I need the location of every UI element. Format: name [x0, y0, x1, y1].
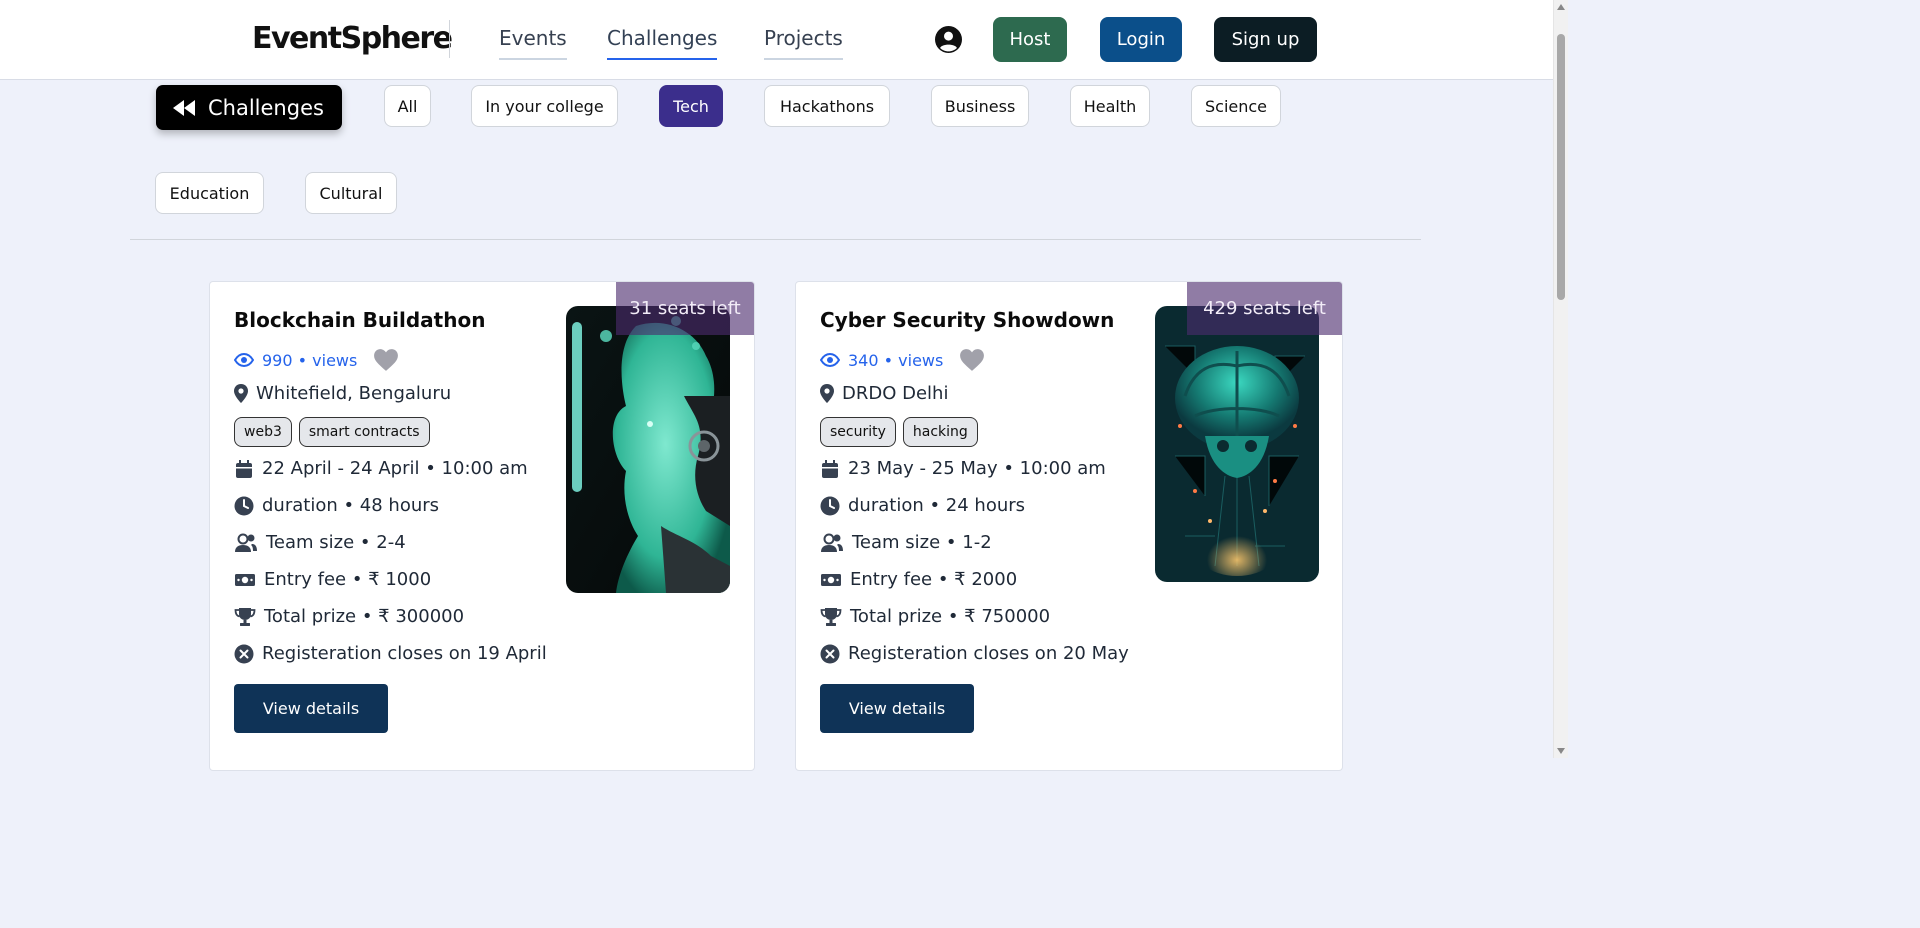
team-size-row: Team size • 2-4 — [234, 532, 406, 553]
users-icon — [235, 533, 257, 552]
location-pin-icon — [234, 384, 248, 403]
total-prize-row: Total prize • ₹ 750000 — [820, 606, 1050, 627]
filter-chip-all[interactable]: All — [384, 85, 431, 127]
host-button[interactable]: Host — [993, 17, 1067, 62]
filter-chip-science[interactable]: Science — [1191, 85, 1281, 127]
eye-icon — [234, 353, 254, 367]
card-title[interactable]: Blockchain Buildathon — [234, 308, 485, 332]
filter-chip-health[interactable]: Health — [1070, 85, 1150, 127]
date-label: 22 April - 24 April • 10:00 am — [262, 458, 528, 479]
team-size-label: Team size • 2-4 — [266, 532, 406, 553]
challenge-card: 31 seats left Blockchain Buildathon 990 … — [209, 281, 755, 771]
challenges-back-label: Challenges — [208, 95, 324, 120]
page-scrollbar[interactable] — [1553, 0, 1568, 758]
top-navbar: EventSphere Events Challenges Projects H… — [0, 0, 1553, 80]
login-button[interactable]: Login — [1100, 17, 1182, 62]
heart-icon[interactable] — [373, 348, 399, 372]
duration-label: duration • 48 hours — [262, 495, 440, 516]
location: Whitefield, Bengaluru — [234, 383, 451, 404]
nav-challenges[interactable]: Challenges — [607, 26, 718, 60]
calendar-icon — [236, 459, 252, 478]
view-details-button[interactable]: View details — [820, 684, 974, 733]
filter-chip-education[interactable]: Education — [155, 172, 264, 214]
filter-chip-tech[interactable]: Tech — [659, 85, 723, 127]
nav-projects[interactable]: Projects — [764, 26, 843, 60]
date-label: 23 May - 25 May • 10:00 am — [848, 458, 1106, 479]
tag[interactable]: hacking — [902, 417, 978, 447]
registration-label: Registeration closes on 20 May — [848, 643, 1129, 664]
seats-left-badge: 31 seats left — [616, 282, 754, 335]
entry-fee-label: Entry fee • ₹ 2000 — [850, 569, 1018, 590]
eye-icon — [820, 353, 840, 367]
views-label: 990 • views — [262, 350, 358, 370]
entry-fee-row: Entry fee • ₹ 1000 — [234, 569, 431, 590]
scroll-up-arrow-icon[interactable] — [1557, 4, 1565, 10]
date-row: 22 April - 24 April • 10:00 am — [234, 458, 528, 479]
views-count: 340 • views — [820, 348, 985, 372]
filter-chip-cultural[interactable]: Cultural — [305, 172, 397, 214]
close-circle-icon — [820, 644, 840, 663]
entry-fee-label: Entry fee • ₹ 1000 — [264, 569, 432, 590]
heart-icon[interactable] — [959, 348, 985, 372]
nav-events[interactable]: Events — [499, 26, 567, 60]
filter-chip-business[interactable]: Business — [931, 85, 1029, 127]
registration-row: Registeration closes on 19 April — [234, 643, 547, 664]
scroll-down-arrow-icon[interactable] — [1557, 748, 1565, 754]
trophy-icon — [234, 607, 256, 626]
challenges-back-button[interactable]: Challenges — [156, 85, 342, 130]
registration-label: Registeration closes on 19 April — [262, 643, 547, 664]
tag[interactable]: web3 — [234, 417, 292, 447]
views-count: 990 • views — [234, 348, 399, 372]
money-icon — [821, 573, 841, 586]
filter-chip-hackathons[interactable]: Hackathons — [764, 85, 890, 127]
team-size-row: Team size • 1-2 — [820, 532, 992, 553]
filter-chip-in-your-college[interactable]: In your college — [471, 85, 618, 127]
challenge-poster-image — [566, 306, 730, 593]
scroll-thumb[interactable] — [1557, 34, 1565, 300]
logo-divider — [449, 20, 450, 58]
tag[interactable]: security — [820, 417, 896, 447]
tag-list: security hacking — [820, 417, 978, 447]
logo[interactable]: EventSphere — [252, 21, 453, 56]
tag-list: web3 smart contracts — [234, 417, 430, 447]
tag[interactable]: smart contracts — [298, 417, 430, 447]
location-label: Whitefield, Bengaluru — [256, 383, 452, 404]
entry-fee-row: Entry fee • ₹ 2000 — [820, 569, 1017, 590]
card-title[interactable]: Cyber Security Showdown — [820, 308, 1114, 332]
location-pin-icon — [820, 384, 834, 403]
challenge-poster-image — [1155, 306, 1319, 582]
total-prize-label: Total prize • ₹ 750000 — [850, 606, 1051, 627]
clock-icon — [820, 496, 840, 515]
money-icon — [235, 573, 255, 586]
date-row: 23 May - 25 May • 10:00 am — [820, 458, 1106, 479]
duration-label: duration • 24 hours — [848, 495, 1026, 516]
users-icon — [821, 533, 843, 552]
calendar-icon — [822, 459, 838, 478]
duration-row: duration • 48 hours — [234, 495, 439, 516]
challenge-card: 429 seats left Cyber Security Showdown 3… — [795, 281, 1343, 771]
team-size-label: Team size • 1-2 — [852, 532, 992, 553]
seats-left-badge: 429 seats left — [1187, 282, 1342, 335]
section-divider — [130, 239, 1421, 240]
clock-icon — [234, 496, 254, 515]
duration-row: duration • 24 hours — [820, 495, 1025, 516]
location-label: DRDO Delhi — [842, 383, 949, 404]
signup-button[interactable]: Sign up — [1214, 17, 1317, 62]
rewind-icon — [173, 99, 195, 116]
total-prize-label: Total prize • ₹ 300000 — [264, 606, 465, 627]
close-circle-icon — [234, 644, 254, 663]
views-label: 340 • views — [848, 350, 944, 370]
location: DRDO Delhi — [820, 383, 948, 404]
trophy-icon — [820, 607, 842, 626]
total-prize-row: Total prize • ₹ 300000 — [234, 606, 464, 627]
user-profile-icon[interactable] — [935, 26, 962, 53]
registration-row: Registeration closes on 20 May — [820, 643, 1129, 664]
view-details-button[interactable]: View details — [234, 684, 388, 733]
